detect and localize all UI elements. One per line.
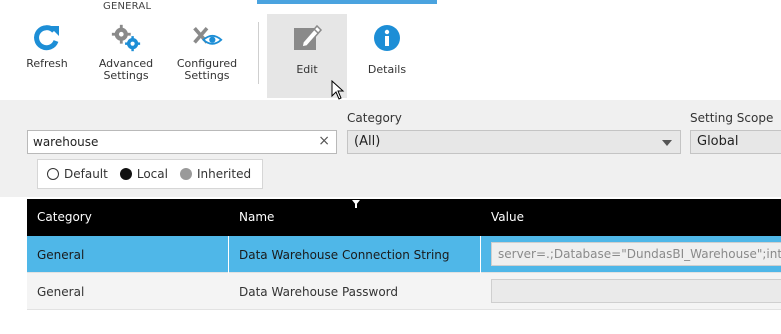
local-option[interactable]: Local bbox=[119, 167, 168, 181]
advanced-settings-icon bbox=[110, 22, 142, 54]
default-option[interactable]: Default bbox=[47, 167, 108, 181]
configured-settings-icon bbox=[191, 22, 223, 54]
row-value-field[interactable] bbox=[491, 279, 781, 303]
filter-icon[interactable] bbox=[352, 200, 360, 208]
inherited-option[interactable]: Inherited bbox=[179, 167, 252, 181]
default-option-label: Default bbox=[64, 167, 108, 181]
row-category: General bbox=[37, 285, 85, 299]
chevron-down-icon bbox=[662, 140, 672, 146]
refresh-icon bbox=[31, 22, 63, 54]
table-row[interactable]: General Data Warehouse Connection String… bbox=[27, 236, 781, 273]
default-circle-icon bbox=[47, 168, 59, 180]
info-icon bbox=[371, 22, 403, 54]
edit-icon bbox=[291, 22, 323, 54]
configured-settings-label: Configured Settings bbox=[176, 57, 238, 82]
edit-label: Edit bbox=[296, 63, 318, 76]
search-box: × bbox=[27, 130, 337, 154]
column-header-name[interactable]: Name bbox=[239, 210, 274, 224]
table-header: Category Name Value bbox=[27, 199, 781, 236]
refresh-label: Refresh bbox=[26, 57, 68, 70]
row-name: Data Warehouse Password bbox=[239, 285, 399, 299]
filter-panel: × Category (All) Setting Scope Global De… bbox=[0, 100, 781, 197]
category-select[interactable]: (All) bbox=[347, 130, 681, 154]
refresh-button[interactable]: Refresh bbox=[18, 14, 76, 98]
settings-table: Category Name Value General Data Warehou… bbox=[27, 199, 781, 310]
advanced-settings-button[interactable]: Advanced Settings bbox=[96, 14, 156, 98]
scope-legend: Default Local Inherited bbox=[37, 159, 263, 189]
configured-settings-button[interactable]: Configured Settings bbox=[174, 14, 240, 98]
row-value-field[interactable]: server=.;Database="DundasBI_Warehouse";i… bbox=[491, 242, 781, 266]
advanced-settings-label: Advanced Settings bbox=[98, 57, 154, 82]
ribbon-group-label: GENERAL bbox=[103, 1, 152, 12]
column-header-category[interactable]: Category bbox=[37, 210, 92, 224]
column-header-value[interactable]: Value bbox=[491, 210, 524, 224]
row-category: General bbox=[37, 248, 85, 262]
search-input[interactable] bbox=[28, 131, 308, 153]
ribbon-divider bbox=[258, 22, 259, 84]
category-select-value: (All) bbox=[354, 134, 381, 149]
setting-scope-label: Setting Scope bbox=[690, 111, 774, 125]
column-separator bbox=[480, 236, 481, 273]
setting-scope-value: Global bbox=[697, 134, 739, 149]
local-option-label: Local bbox=[136, 167, 168, 181]
details-button[interactable]: Details bbox=[360, 14, 414, 98]
table-row[interactable]: General Data Warehouse Password bbox=[27, 273, 781, 310]
row-name: Data Warehouse Connection String bbox=[239, 248, 450, 262]
mouse-cursor-icon bbox=[331, 79, 345, 104]
ribbon-toolbar: GENERAL Refresh Advanced Settings Config… bbox=[0, 0, 781, 100]
inherited-circle-icon bbox=[179, 168, 192, 180]
ribbon-accent-bar bbox=[257, 0, 437, 4]
details-label: Details bbox=[367, 63, 407, 76]
clear-search-icon[interactable]: × bbox=[318, 133, 330, 149]
category-label: Category bbox=[347, 111, 402, 125]
inherited-option-label: Inherited bbox=[196, 167, 252, 181]
local-circle-icon bbox=[119, 168, 132, 180]
column-separator bbox=[228, 236, 229, 273]
setting-scope-select[interactable]: Global bbox=[690, 130, 781, 154]
